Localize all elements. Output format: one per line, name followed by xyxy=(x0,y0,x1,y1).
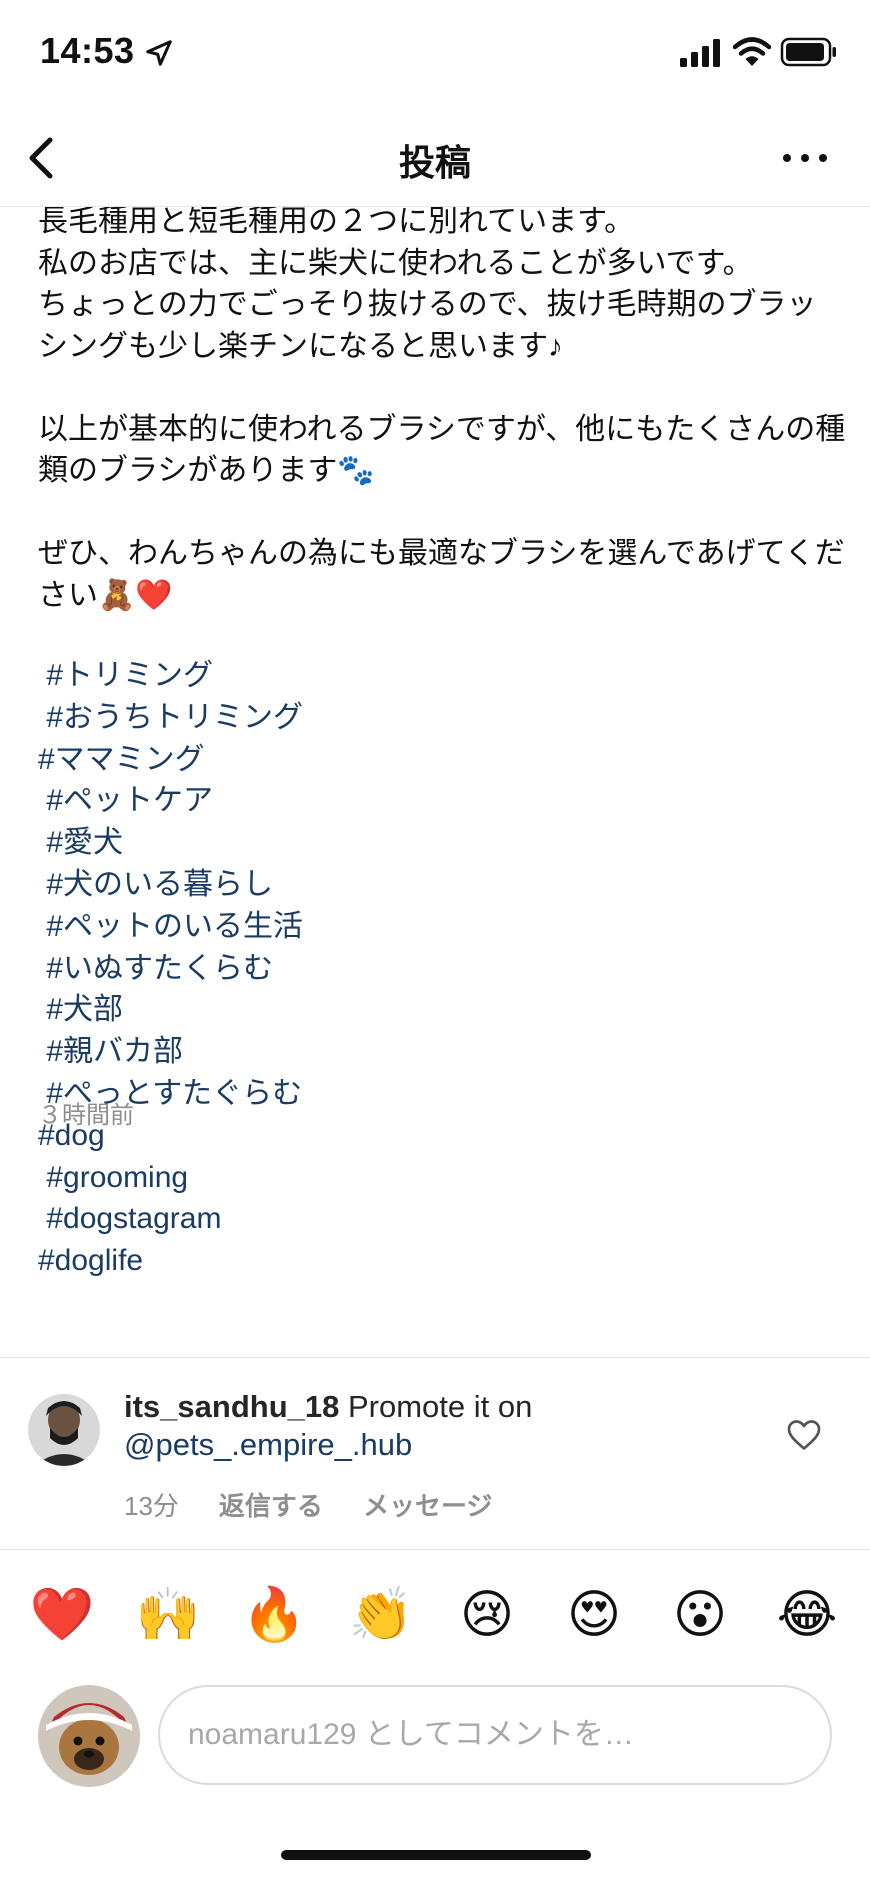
comment-input-row xyxy=(0,1680,870,1820)
navigation-bar: 投稿 xyxy=(0,110,870,207)
comment-meta: 13分 返信する メッセージ xyxy=(124,1486,492,1523)
more-dot xyxy=(783,154,791,162)
cellular-signal-icon xyxy=(680,39,720,67)
post-caption-area: 長毛種用と短毛種用の２つに別れています。 私のお店では、主に柴犬に使われることが… xyxy=(0,207,870,1357)
more-options-icon[interactable] xyxy=(770,132,840,184)
emoji-clapping-button[interactable]: 👏 xyxy=(346,1580,416,1650)
hashtag-link[interactable]: #トリミング xyxy=(38,655,303,697)
hashtag-link[interactable]: #いぬすたくらむ xyxy=(38,948,303,990)
avatar-image xyxy=(28,1394,100,1466)
avatar-image xyxy=(38,1685,140,1787)
comment-body: its_sandhu_18 Promote it on @pets_.empir… xyxy=(124,1388,764,1464)
comment-item: its_sandhu_18 Promote it on @pets_.empir… xyxy=(0,1358,870,1548)
post-caption: 長毛種用と短毛種用の２つに別れています。 私のお店では、主に柴犬に使われることが… xyxy=(38,207,846,612)
hashtag-link[interactable]: #愛犬 xyxy=(38,822,303,864)
comment-mention-link[interactable]: @pets_.empire_.hub xyxy=(124,1427,412,1462)
home-indicator xyxy=(281,1850,591,1860)
hashtag-link[interactable]: #doglife xyxy=(38,1240,303,1282)
hashtag-link[interactable]: #grooming xyxy=(38,1157,303,1199)
hashtag-link[interactable]: #犬部 xyxy=(38,989,303,1031)
message-button[interactable]: メッセージ xyxy=(363,1486,492,1523)
emoji-raised-hands-button[interactable]: 🙌 xyxy=(133,1580,203,1650)
hashtag-link[interactable]: #dogstagram xyxy=(38,1198,303,1240)
comment-username[interactable]: its_sandhu_18 xyxy=(124,1389,339,1424)
hashtag-link[interactable]: #おうちトリミング xyxy=(38,697,303,739)
emoji-crying-button[interactable]: 😢 xyxy=(452,1580,522,1650)
emoji-tears-of-joy-button[interactable]: 😂 xyxy=(772,1580,842,1650)
emoji-fire-button[interactable]: 🔥 xyxy=(239,1580,309,1650)
my-avatar xyxy=(38,1685,140,1787)
emoji-surprised-button[interactable]: 😮 xyxy=(665,1580,735,1650)
hashtag-link[interactable]: #犬のいる暮らし xyxy=(38,864,303,906)
hashtag-link[interactable]: #ママミング xyxy=(38,739,303,781)
more-dot xyxy=(801,154,809,162)
commenter-avatar[interactable] xyxy=(28,1394,100,1466)
wifi-icon xyxy=(733,37,771,66)
emoji-heart-eyes-button[interactable]: 😍 xyxy=(559,1580,629,1650)
like-heart-icon[interactable] xyxy=(786,1418,822,1452)
more-dot xyxy=(819,154,827,162)
emoji-heart-button[interactable]: ❤️ xyxy=(27,1580,97,1650)
hashtag-list: #トリミング #おうちトリミング #ママミング #ペットケア #愛犬 #犬のいる暮… xyxy=(38,655,303,1282)
comment-input[interactable] xyxy=(158,1685,832,1785)
emoji-reaction-bar: ❤️ 🙌 🔥 👏 😢 😍 😮 😂 xyxy=(0,1550,870,1680)
page-title: 投稿 xyxy=(398,142,471,183)
status-time: 14:53 xyxy=(40,30,135,71)
comment-text: Promote it on xyxy=(339,1389,533,1424)
post-timestamp: ３時間前 xyxy=(38,1102,134,1129)
hashtag-link[interactable]: #ペットのいる生活 xyxy=(38,906,303,948)
comment-time: 13分 xyxy=(124,1491,179,1521)
battery-icon xyxy=(780,37,836,67)
reply-button[interactable]: 返信する xyxy=(219,1486,323,1523)
hashtag-link[interactable]: #ペットケア xyxy=(38,780,303,822)
status-bar: 14:53 xyxy=(0,0,870,110)
hashtag-link[interactable]: #親バカ部 xyxy=(38,1031,303,1073)
location-arrow-icon xyxy=(146,40,172,66)
